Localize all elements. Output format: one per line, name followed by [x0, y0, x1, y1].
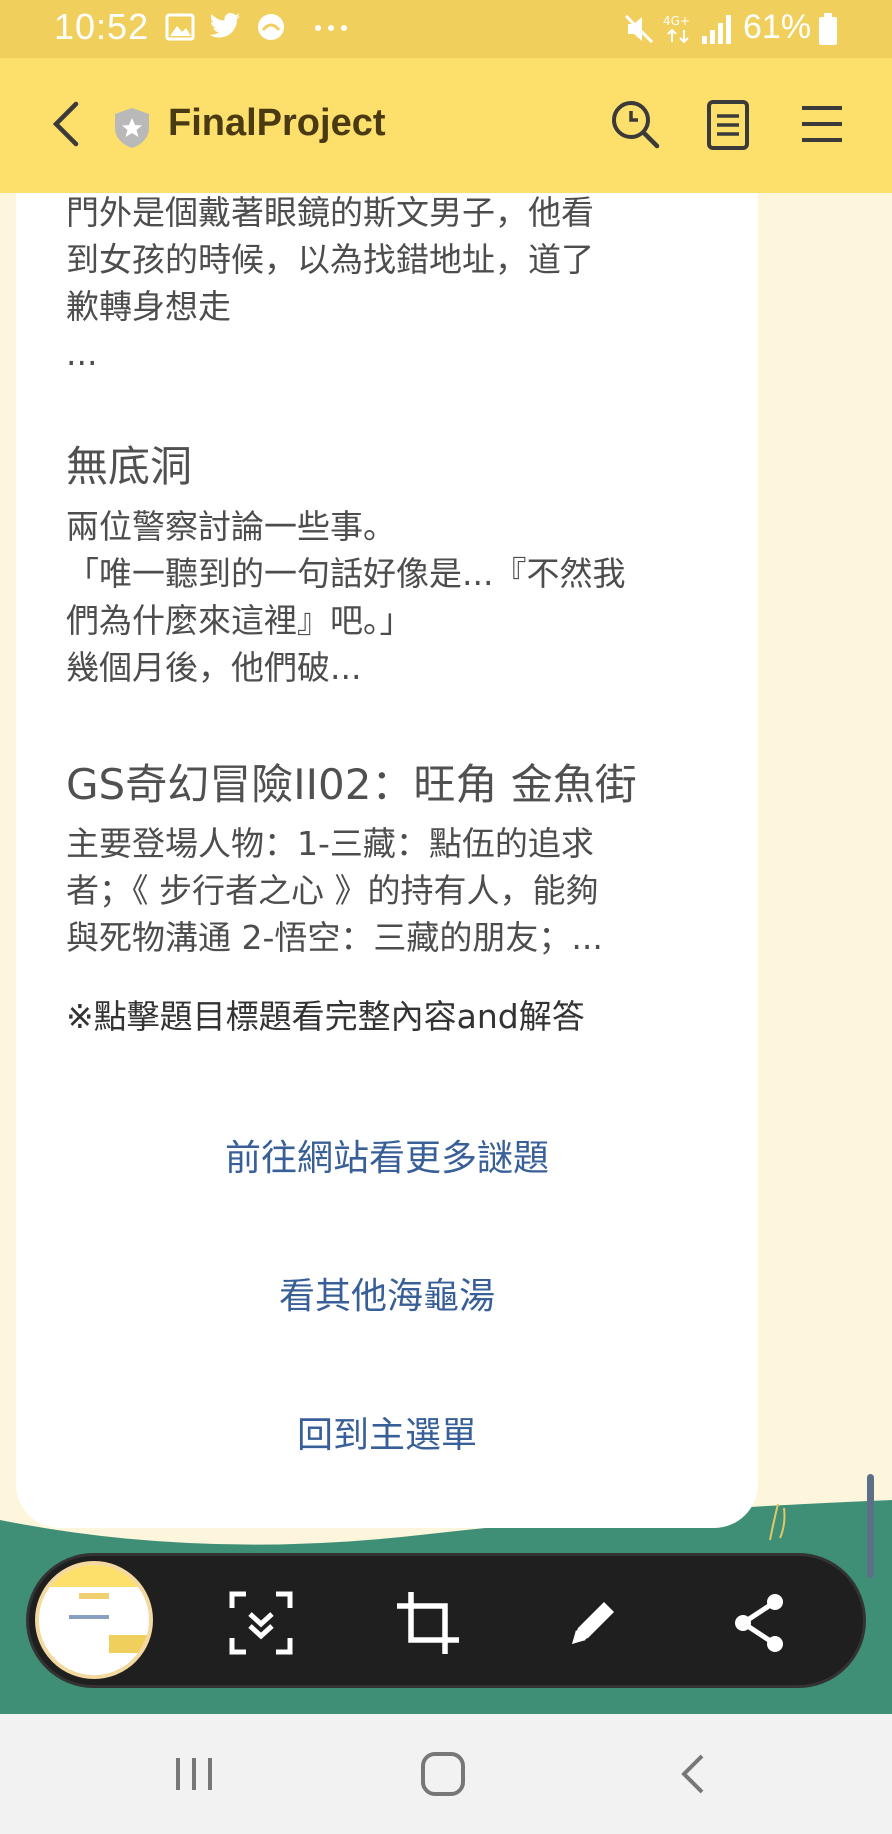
story3-snippet: 主要登場人物：1-三藏：點伍的追求 者；《 步行者之心 》的持有人，能夠 與死物… — [66, 820, 726, 961]
signal-icon — [702, 15, 731, 44]
snippet-line: 們為什麼來這裡』吧。」 — [66, 601, 413, 640]
twitter-icon — [209, 13, 240, 38]
pen-icon[interactable] — [558, 1588, 628, 1658]
story1-snippet: 門外是個戴著眼鏡的斯文男子，他看 到女孩的時候，以為找錯地址，道了 歉轉身想走 … — [66, 189, 726, 377]
network-4g-icon: 4G+ — [663, 14, 690, 44]
search-icon[interactable] — [605, 94, 665, 154]
snippet-line: 門外是個戴著眼鏡的斯文男子，他看 — [66, 193, 594, 232]
story2-snippet: 兩位警察討論一些事。 「唯一聽到的一句話好像是...『不然我 們為什麼來這裡』吧… — [66, 503, 726, 691]
crop-icon[interactable] — [393, 1588, 463, 1658]
app-title: FinalProject — [168, 102, 386, 144]
other-soups-link[interactable]: 看其他海龜湯 — [16, 1267, 758, 1319]
snippet-line: 與死物溝通 2-悟空：三藏的朋友；... — [66, 918, 603, 957]
battery-icon — [819, 13, 837, 45]
mute-icon — [624, 14, 654, 44]
chat-background — [758, 193, 892, 1513]
snippet-line: ... — [66, 334, 98, 373]
story3-title[interactable]: GS奇幻冒險II02：旺角 金魚街 — [66, 751, 637, 812]
back-nav-icon[interactable] — [664, 1744, 724, 1804]
snippet-line: 幾個月後，他們破... — [66, 648, 362, 687]
svg-text:4G+: 4G+ — [663, 14, 690, 28]
scroll-capture-icon[interactable] — [226, 1588, 296, 1658]
main-menu-link[interactable]: 回到主選單 — [16, 1406, 758, 1458]
app-header: FinalProject — [0, 58, 892, 193]
story2-title[interactable]: 無底洞 — [66, 433, 192, 494]
status-bar: 10:52 4G+ 61% — [0, 0, 892, 58]
navigation-bar — [0, 1714, 892, 1834]
back-icon[interactable] — [40, 94, 100, 154]
snippet-line: 到女孩的時候，以為找錯地址，道了 — [66, 240, 594, 279]
more-puzzles-link[interactable]: 前往網站看更多謎題 — [16, 1129, 758, 1181]
home-icon[interactable] — [413, 1744, 473, 1804]
app-notification-icon — [258, 14, 284, 40]
instruction-note: ※點擊題目標題看完整內容and解答 — [66, 997, 585, 1036]
snippet-line: 「唯一聽到的一句話好像是...『不然我 — [66, 554, 626, 593]
share-icon[interactable] — [725, 1588, 795, 1658]
battery-percent: 61% — [743, 8, 812, 46]
screenshot-thumbnail[interactable] — [35, 1561, 153, 1679]
document-icon[interactable] — [698, 94, 758, 154]
gallery-icon — [165, 13, 195, 41]
scrollbar[interactable] — [867, 1474, 874, 1578]
menu-icon[interactable] — [792, 94, 852, 154]
shield-icon — [115, 108, 149, 148]
status-time: 10:52 — [54, 6, 150, 47]
snippet-line: 兩位警察討論一些事。 — [66, 507, 396, 546]
more-notifications-icon — [315, 25, 347, 31]
snippet-line: 者；《 步行者之心 》的持有人，能夠 — [66, 871, 599, 910]
snippet-line: 主要登場人物：1-三藏：點伍的追求 — [66, 824, 594, 863]
message-card: 門外是個戴著眼鏡的斯文男子，他看 到女孩的時候，以為找錯地址，道了 歉轉身想走 … — [16, 193, 758, 1528]
recent-apps-icon[interactable] — [164, 1744, 224, 1804]
snippet-line: 歉轉身想走 — [66, 287, 231, 326]
